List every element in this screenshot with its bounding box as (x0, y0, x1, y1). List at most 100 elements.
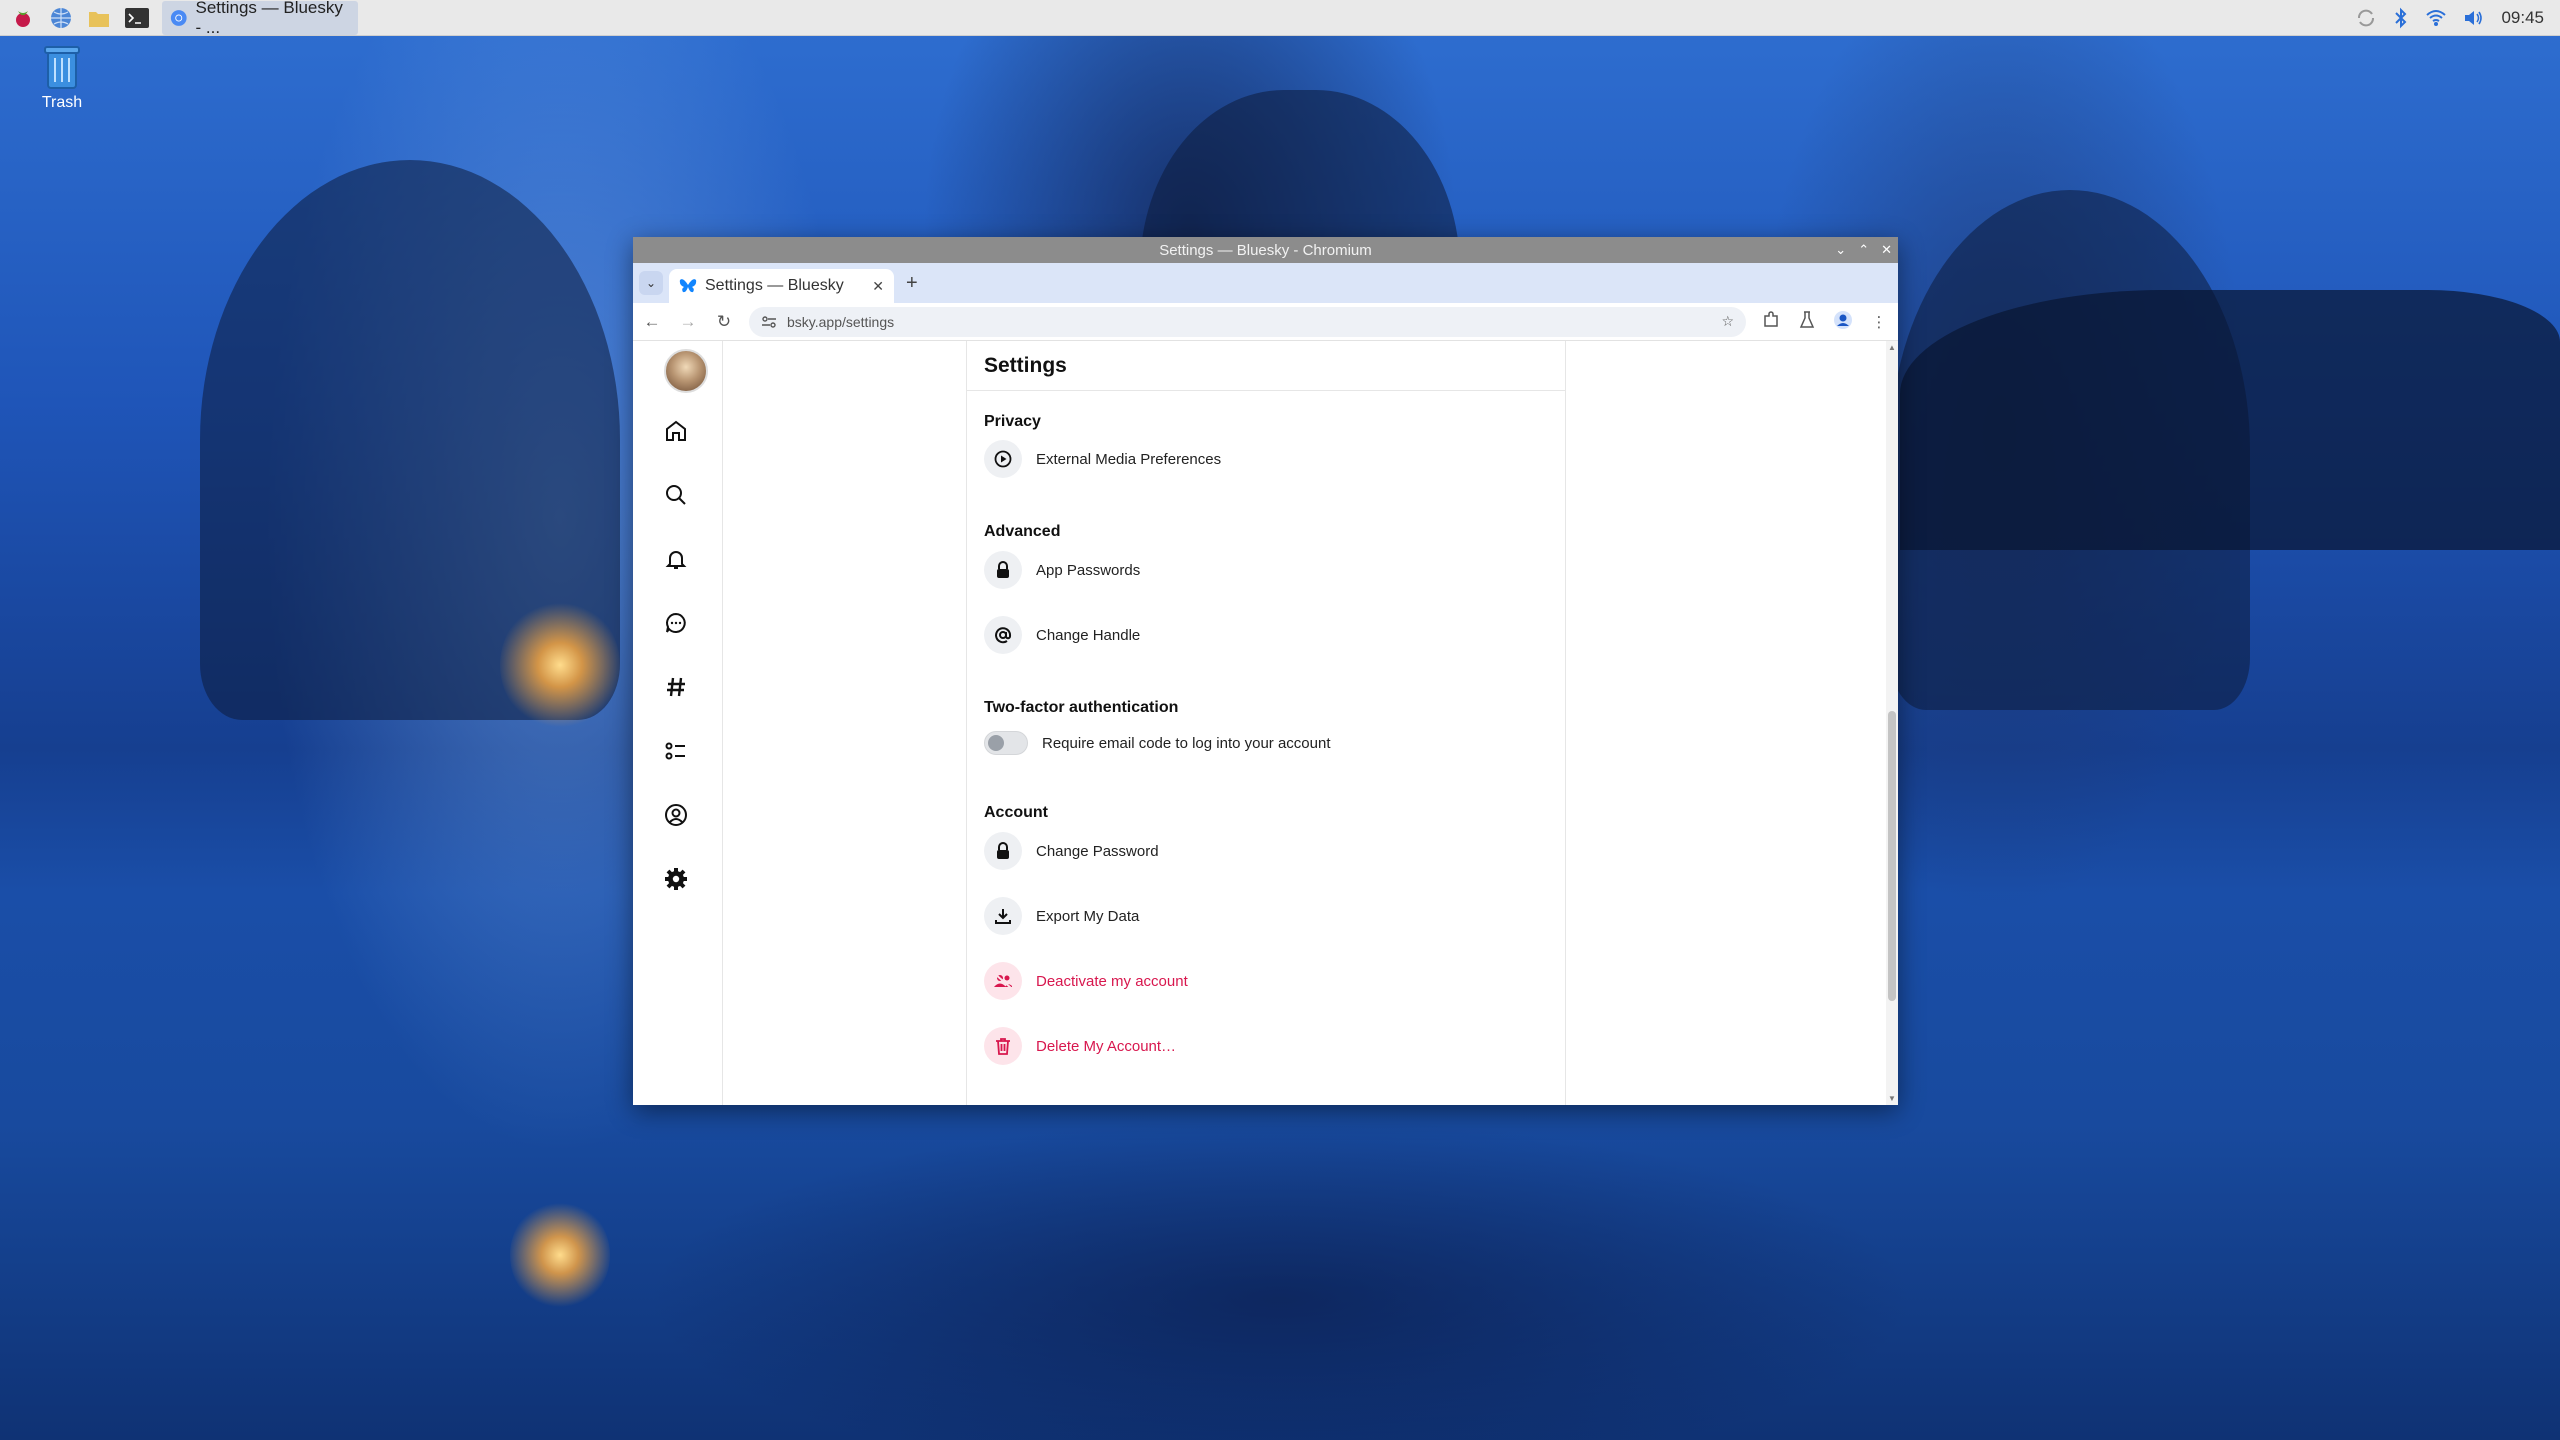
trash-can-icon (996, 1038, 1010, 1055)
bluesky-butterfly-icon (679, 279, 697, 293)
raspberry-menu-icon[interactable] (8, 3, 38, 33)
settings-icon (665, 868, 687, 890)
external-media-preferences-button[interactable]: External Media Preferences (984, 440, 1221, 478)
taskbar-chromium-task[interactable]: Settings — Bluesky - ... (162, 0, 358, 37)
users-slash-icon (994, 973, 1012, 989)
external-media-label: External Media Preferences (1036, 450, 1222, 468)
notifications-icon (665, 551, 687, 569)
page-scrollbar[interactable]: ▲ ▼ (1886, 341, 1898, 1105)
app-passwords-label: App Passwords (1036, 561, 1141, 579)
reload-icon[interactable]: ↻ (713, 312, 735, 332)
terminal-launcher-icon[interactable] (122, 3, 152, 33)
profile-avatar-icon[interactable] (1832, 310, 1854, 334)
bluesky-page: Settings Privacy External Media Preferen… (633, 341, 1898, 1105)
address-bar[interactable]: bsky.app/settings ☆ (749, 306, 1746, 337)
taskbar-task-label: Settings — Bluesky - ... (195, 0, 343, 37)
chat-icon (666, 612, 686, 633)
section-title-privacy: Privacy (984, 413, 1041, 430)
desktop-trash[interactable]: Trash (30, 42, 94, 112)
change-password-button[interactable]: Change Password (984, 832, 1159, 870)
forward-icon[interactable]: → (677, 312, 699, 332)
settings-column: Settings Privacy External Media Preferen… (966, 341, 1566, 1105)
home-icon (666, 420, 686, 441)
download-icon (995, 909, 1011, 924)
treeline-right (1900, 290, 2560, 550)
app-passwords-button[interactable]: App Passwords (984, 551, 1140, 589)
section-title-account: Account (984, 804, 1048, 821)
nav-notifications[interactable] (656, 539, 696, 579)
export-data-button[interactable]: Export My Data (984, 897, 1139, 935)
volume-icon[interactable] (2463, 8, 2485, 28)
tab-search-icon[interactable]: ⌄ (639, 271, 663, 295)
wifi-icon[interactable] (2425, 8, 2447, 28)
search-icon (666, 485, 686, 505)
bookmark-star-icon[interactable]: ☆ (1721, 313, 1734, 330)
change-password-label: Change Password (1036, 842, 1159, 860)
nav-settings[interactable] (656, 859, 696, 899)
lantern-glow (500, 600, 620, 730)
nav-lists[interactable] (656, 731, 696, 771)
deactivate-account-button[interactable]: Deactivate my account (984, 962, 1188, 1000)
profile-icon (665, 804, 687, 826)
window-titlebar[interactable]: Settings — Bluesky - Chromium ⌄ ⌃ ✕ (633, 237, 1898, 263)
window-controls: ⌄ ⌃ ✕ (1835, 237, 1892, 263)
close-window-icon[interactable]: ✕ (1881, 242, 1892, 258)
tab-settings-bluesky[interactable]: Settings — Bluesky ✕ (669, 269, 894, 303)
web-browser-launcher-icon[interactable] (46, 3, 76, 33)
extensions-icon[interactable] (1760, 310, 1782, 333)
page-title: Settings (967, 341, 1565, 391)
nav-feeds[interactable] (656, 667, 696, 707)
labs-flask-icon[interactable] (1796, 310, 1818, 333)
url-text[interactable]: bsky.app/settings (787, 314, 1711, 330)
delete-account-label: Delete My Account… (1036, 1037, 1177, 1055)
chromium-icon (170, 9, 187, 26)
nav-profile[interactable] (656, 795, 696, 835)
email-2fa-label: Require email code to log into your acco… (1042, 734, 1331, 752)
mountain-silhouette-right (1890, 190, 2250, 710)
minimize-icon[interactable]: ⌄ (1835, 242, 1846, 258)
tab-close-icon[interactable]: ✕ (872, 278, 884, 295)
change-handle-label: Change Handle (1036, 626, 1141, 644)
nav-chat[interactable] (656, 603, 696, 643)
nav-search[interactable] (656, 475, 696, 515)
play-circle-icon (994, 450, 1012, 468)
file-manager-launcher-icon[interactable] (84, 3, 114, 33)
scrollbar-thumb[interactable] (1888, 711, 1896, 1001)
tab-strip: ⌄ Settings — Bluesky ✕ + (633, 263, 1898, 303)
lantern-reflection-glow (510, 1200, 610, 1310)
scroll-down-arrow-icon[interactable]: ▼ (1886, 1094, 1898, 1103)
nav-home[interactable] (656, 411, 696, 451)
deactivate-account-label: Deactivate my account (1036, 972, 1188, 990)
email-2fa-toggle[interactable] (984, 731, 1028, 755)
lists-icon (665, 742, 685, 760)
user-avatar[interactable] (664, 349, 708, 393)
browser-toolbar: ← → ↻ bsky.app/settings ☆ ⋮ (633, 303, 1898, 341)
scroll-up-arrow-icon[interactable]: ▲ (1886, 343, 1898, 352)
tab-title: Settings — Bluesky (705, 277, 844, 294)
new-tab-icon[interactable]: + (906, 272, 918, 295)
maximize-icon[interactable]: ⌃ (1858, 242, 1869, 258)
browser-window: Settings — Bluesky - Chromium ⌄ ⌃ ✕ ⌄ Se… (633, 237, 1898, 1105)
site-info-icon[interactable] (761, 315, 777, 329)
lock-icon (997, 842, 1009, 859)
export-data-label: Export My Data (1036, 907, 1140, 925)
at-sign-icon (995, 627, 1012, 644)
section-title-advanced: Advanced (984, 523, 1061, 540)
browser-menu-icon[interactable]: ⋮ (1868, 313, 1890, 331)
lock-icon (997, 561, 1009, 578)
trash-icon (42, 42, 82, 90)
window-title: Settings — Bluesky - Chromium (1159, 241, 1372, 259)
system-tray: 09:45 (2355, 0, 2544, 36)
email-2fa-toggle-row[interactable]: Require email code to log into your acco… (984, 731, 1331, 755)
delete-account-button[interactable]: Delete My Account… (984, 1027, 1176, 1065)
trash-label: Trash (41, 94, 83, 111)
section-title-two-factor: Two-factor authentication (984, 699, 1179, 716)
change-handle-button[interactable]: Change Handle (984, 616, 1140, 654)
back-icon[interactable]: ← (641, 312, 663, 332)
feeds-icon (667, 677, 685, 697)
taskbar: Settings — Bluesky - ... 09:45 (0, 0, 2560, 37)
bluetooth-icon[interactable] (2393, 7, 2409, 29)
clock[interactable]: 09:45 (2501, 8, 2544, 28)
left-nav (633, 341, 723, 1105)
sync-icon[interactable] (2355, 7, 2377, 29)
